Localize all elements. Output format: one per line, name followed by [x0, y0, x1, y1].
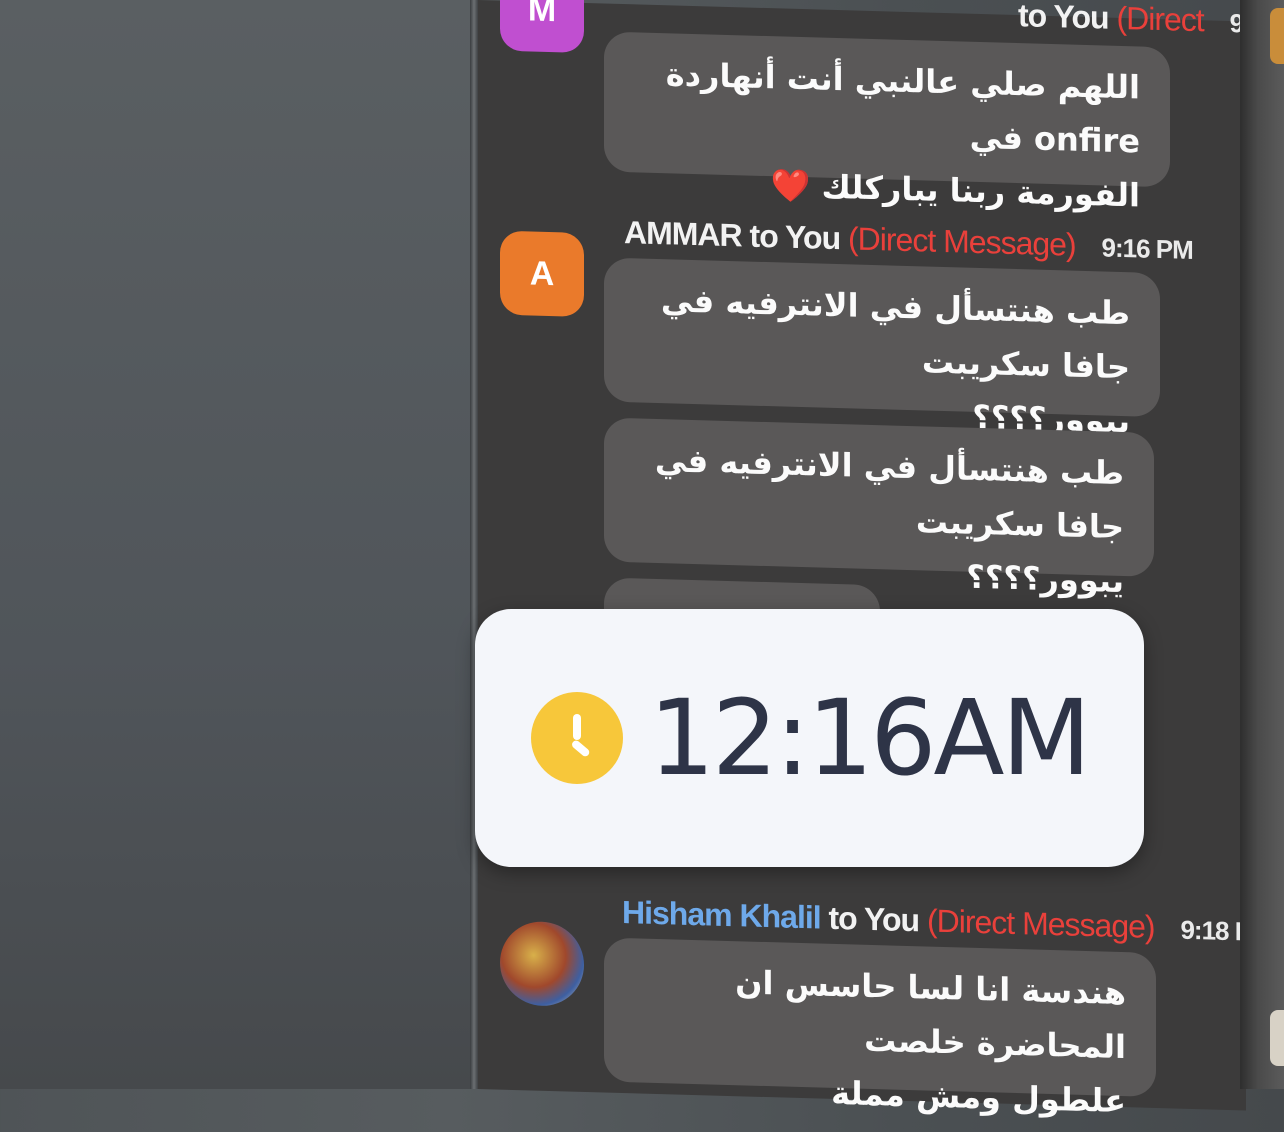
to-you-label: to You — [749, 217, 841, 257]
message-line: طب هنتسأل في الانترفيه في جافا سكريبت — [660, 281, 1130, 387]
message-m: M to You (Direct 9:15 اللهم صلي عالنبي أ… — [478, 0, 1278, 214]
message-line: هندسة انا لسا حاسس ان المحاضرة خلصت — [735, 963, 1126, 1067]
avatar-m[interactable]: M — [500, 0, 584, 53]
avatar-photo[interactable] — [500, 920, 584, 1007]
message-header: AMMAR to You (Direct Message) 9:16 PM — [624, 214, 1193, 267]
background-desk — [0, 0, 470, 1089]
time-sticker: 12:16AM — [475, 609, 1144, 867]
avatar-letter: M — [527, 0, 557, 29]
photo-stage: M to You (Direct 9:15 اللهم صلي عالنبي أ… — [0, 0, 1284, 1120]
monitor-right-bezel — [1240, 0, 1284, 1089]
chat-panel[interactable]: M to You (Direct 9:15 اللهم صلي عالنبي أ… — [478, 0, 1278, 1120]
sender-name[interactable]: AMMAR — [624, 214, 742, 253]
clock-icon — [530, 692, 623, 784]
to-you-label: to You — [828, 899, 920, 939]
direct-message-label: (Direct Message) — [848, 220, 1076, 263]
sticker-time: 12:16AM — [648, 677, 1092, 799]
message-bubble[interactable]: هندسة انا لسا حاسس ان المحاضرة خلصت علطو… — [604, 937, 1156, 1120]
to-you-label: to You — [1018, 0, 1109, 36]
message-hisham: Hisham Khalil to You (Direct Message) 9:… — [478, 890, 1257, 1120]
message-header: to You (Direct 9:15 — [1018, 0, 1278, 41]
avatar-a[interactable]: A — [500, 230, 584, 317]
message-bubble[interactable]: طب هنتسأل في الانترفيه في جافا سكريبت يب… — [604, 257, 1160, 440]
message-line: طب هنتسأل في الانترفيه في جافا سكريبت — [654, 440, 1124, 547]
direct-message-label: (Direct — [1116, 0, 1204, 39]
message-bubble[interactable]: اللهم صلي عالنبي أنت أنهاردة onfire في ا… — [604, 31, 1170, 214]
message-time: 9:16 PM — [1101, 232, 1193, 265]
monitor-edge — [470, 0, 478, 1089]
message-line: اللهم صلي عالنبي أنت أنهاردة onfire في — [665, 55, 1140, 161]
sender-name[interactable]: Hisham Khalil — [622, 894, 821, 936]
direct-message-label: (Direct Message) — [926, 902, 1155, 945]
avatar-letter: A — [529, 253, 555, 293]
message-bubble[interactable]: طب هنتسأل في الانترفيه في جافا سكريبت يب… — [604, 417, 1154, 600]
cropped-avatar — [1270, 1010, 1284, 1066]
cropped-avatar — [1270, 8, 1284, 64]
